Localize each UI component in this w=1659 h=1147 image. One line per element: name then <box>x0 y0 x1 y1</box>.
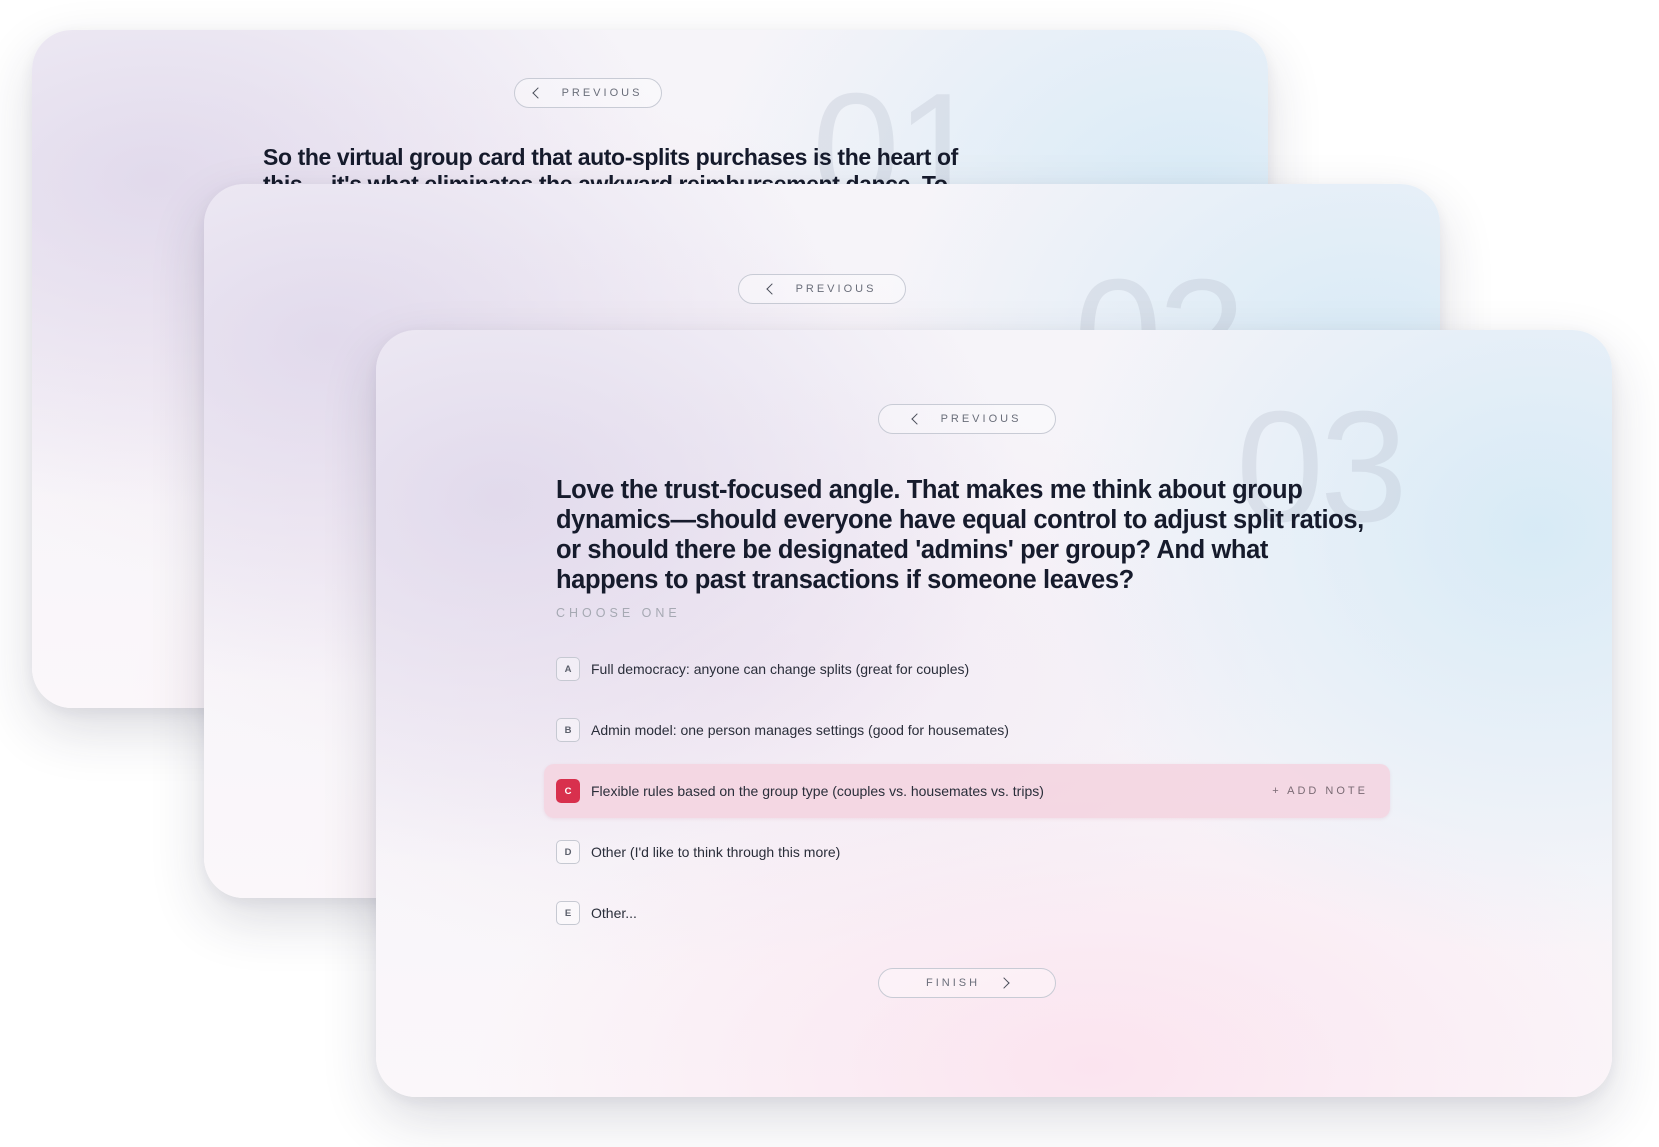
option-letter-badge: B <box>556 718 580 742</box>
option-label: Admin model: one person manages settings… <box>591 722 1009 738</box>
previous-label: PREVIOUS <box>940 413 1022 425</box>
previous-label: PREVIOUS <box>561 87 643 99</box>
option-b[interactable]: B Admin model: one person manages settin… <box>544 703 1390 757</box>
question-card-3: 03 PREVIOUS Love the trust-focused angle… <box>376 330 1612 1097</box>
previous-button[interactable]: PREVIOUS <box>738 274 906 304</box>
previous-button[interactable]: PREVIOUS <box>878 404 1056 434</box>
option-letter-badge: A <box>556 657 580 681</box>
option-e[interactable]: E Other... <box>544 886 1390 940</box>
previous-label: PREVIOUS <box>795 283 877 295</box>
option-label: Full democracy: anyone can change splits… <box>591 661 970 677</box>
previous-button[interactable]: PREVIOUS <box>514 78 662 108</box>
option-d[interactable]: D Other (I'd like to think through this … <box>544 825 1390 879</box>
option-label: Other (I'd like to think through this mo… <box>591 844 841 860</box>
option-label: Flexible rules based on the group type (… <box>591 783 1044 799</box>
chevron-left-icon <box>765 283 778 295</box>
options-list: A Full democracy: anyone can change spli… <box>544 642 1390 947</box>
option-letter-badge: C <box>556 779 580 803</box>
chevron-left-icon <box>531 87 544 99</box>
finish-button[interactable]: FINISH <box>878 968 1056 998</box>
question-text: Love the trust-focused angle. That makes… <box>556 476 1364 594</box>
finish-label: FINISH <box>925 977 981 989</box>
option-c[interactable]: C Flexible rules based on the group type… <box>544 764 1390 818</box>
option-a[interactable]: A Full democracy: anyone can change spli… <box>544 642 1390 696</box>
add-note-button[interactable]: + ADD NOTE <box>1272 785 1368 797</box>
chevron-right-icon <box>998 977 1010 989</box>
chevron-left-icon <box>910 413 923 425</box>
option-letter-badge: D <box>556 840 580 864</box>
option-label: Other... <box>591 905 637 921</box>
option-letter-badge: E <box>556 901 580 925</box>
choose-one-hint: CHOOSE ONE <box>556 606 681 620</box>
